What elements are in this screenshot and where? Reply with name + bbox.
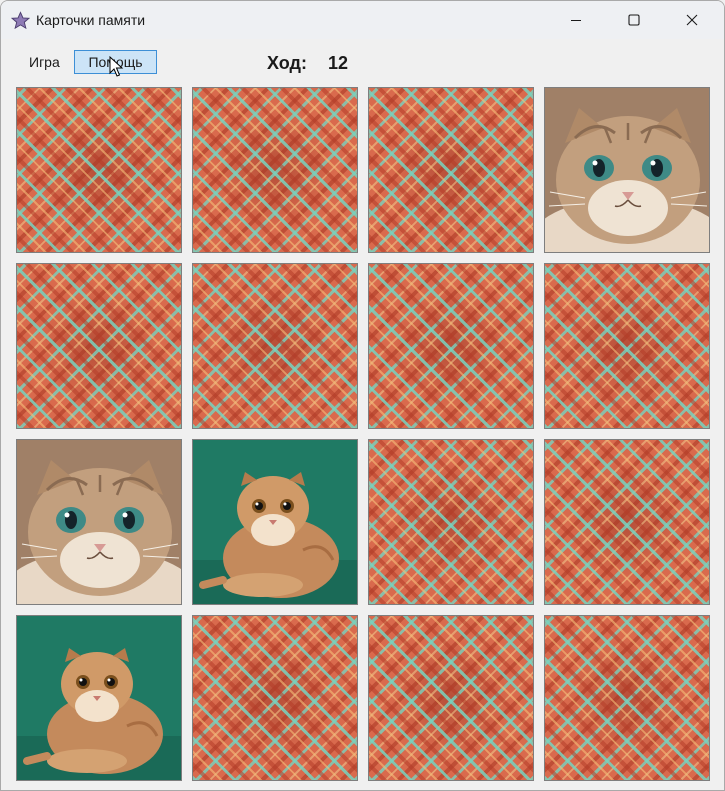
memory-card-face-up[interactable] [544,87,710,253]
memory-card-face-up[interactable] [16,439,182,605]
memory-card-face-down[interactable] [16,87,182,253]
memory-card-face-down[interactable] [544,615,710,781]
memory-card-face-down[interactable] [192,615,358,781]
minimize-icon [571,20,581,21]
window-title: Карточки памяти [36,12,146,28]
memory-card-face-down[interactable] [368,263,534,429]
star-icon [11,11,30,30]
memory-card-face-down[interactable] [368,439,534,605]
maximize-button[interactable] [611,1,657,39]
mouse-cursor-icon [109,56,124,77]
memory-card-face-down[interactable] [544,439,710,605]
maximize-icon [628,14,640,26]
menu-game[interactable]: Игра [18,50,71,74]
memory-card-face-down[interactable] [368,615,534,781]
kitten-on-green-image [193,440,357,604]
move-label: Ход: [267,53,307,73]
memory-card-face-down[interactable] [16,263,182,429]
cat-portrait-image [17,440,181,604]
memory-card-face-down[interactable] [544,263,710,429]
memory-card-face-down[interactable] [192,263,358,429]
move-counter: 12 [328,53,349,73]
memory-card-face-up[interactable] [192,439,358,605]
app-window: Карточки памяти Игра Помощь Ход: 12 [0,0,725,791]
minimize-button[interactable] [553,1,599,39]
cat-portrait-image [545,88,709,252]
memory-card-face-up[interactable] [16,615,182,781]
kitten-on-green-image [17,616,181,780]
close-button[interactable] [669,1,715,39]
title-bar[interactable]: Карточки памяти [1,1,724,39]
memory-card-face-down[interactable] [192,87,358,253]
close-icon [686,14,698,26]
memory-card-face-down[interactable] [368,87,534,253]
